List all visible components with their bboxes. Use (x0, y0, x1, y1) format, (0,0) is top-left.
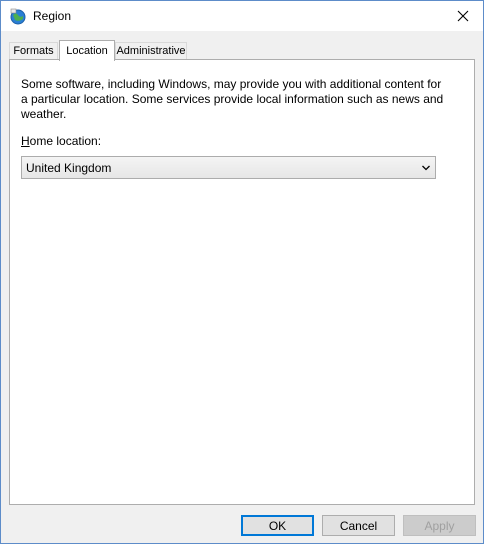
tab-administrative[interactable]: Administrative (115, 42, 187, 59)
tab-location[interactable]: Location (59, 40, 115, 61)
ok-button-label: OK (268, 518, 287, 533)
close-button[interactable] (443, 1, 483, 31)
apply-button[interactable]: Apply (403, 515, 476, 536)
tab-location-label: Location (66, 45, 108, 57)
region-dialog: Region Formats Location Administrative S… (0, 0, 484, 544)
home-location-label: Home location: (21, 134, 101, 148)
chevron-down-icon (422, 165, 430, 171)
tab-administrative-label: Administrative (116, 45, 186, 57)
location-description: Some software, including Windows, may pr… (21, 77, 444, 121)
home-location-select[interactable]: United Kingdom (21, 156, 436, 179)
globe-region-icon (10, 8, 26, 25)
window-title: Region (33, 9, 72, 23)
ok-button[interactable]: OK (241, 515, 314, 536)
tab-formats[interactable]: Formats (9, 42, 58, 59)
title-bar[interactable]: Region (1, 1, 483, 31)
home-location-label-text: ome location: (29, 134, 102, 148)
tab-formats-label: Formats (13, 45, 54, 57)
cancel-button[interactable]: Cancel (322, 515, 395, 536)
home-location-label-accelerator: H (21, 134, 30, 148)
cancel-button-label: Cancel (339, 518, 378, 533)
apply-button-label: Apply (424, 518, 455, 533)
home-location-value: United Kingdom (26, 161, 112, 175)
location-tab-panel: Some software, including Windows, may pr… (9, 59, 475, 505)
close-icon (457, 10, 469, 22)
